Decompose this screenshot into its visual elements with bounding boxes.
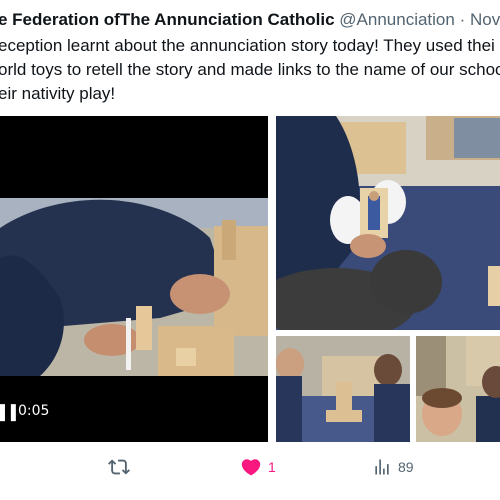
separator-dot: · <box>459 10 466 29</box>
views-count: 89 <box>398 459 414 475</box>
like-count: 1 <box>268 459 276 475</box>
media-grid: ▌▌ 0:05 <box>0 116 500 442</box>
tweet-date[interactable]: Nov <box>470 10 500 29</box>
retweet-icon <box>108 459 130 475</box>
video-player[interactable]: ▌▌ 0:05 <box>0 116 268 442</box>
views-button[interactable]: 89 <box>372 452 414 482</box>
video-frame-image <box>0 198 268 376</box>
tweet-actions: 1 89 <box>0 452 500 482</box>
video-controls: ▌▌ 0:05 <box>0 376 268 442</box>
author-handle[interactable]: @Annunciation <box>339 10 455 29</box>
photo-children-playing[interactable] <box>276 336 410 442</box>
heart-icon <box>241 459 261 476</box>
tweet-text-line: eir nativity play! <box>0 84 116 103</box>
photo-angel-toy[interactable] <box>276 116 500 330</box>
video-frame[interactable] <box>0 198 268 376</box>
tweet-header: e Federation ofThe Annunciation Catholic… <box>0 9 500 31</box>
like-button[interactable]: 1 <box>240 452 276 482</box>
tweet-text-line: eception learnt about the annunciation s… <box>0 36 495 55</box>
photo-boy-smiling-image <box>416 336 500 442</box>
photo-angel-toy-image <box>276 116 500 330</box>
tweet-text: eception learnt about the annunciation s… <box>0 34 500 106</box>
video-timestamp: 0:05 <box>18 403 50 419</box>
views-chart-icon <box>375 459 389 475</box>
photo-boy-smiling[interactable] <box>416 336 500 442</box>
author-name[interactable]: e Federation ofThe Annunciation Catholic <box>0 10 335 29</box>
photo-children-playing-image <box>276 336 410 442</box>
retweet-button[interactable] <box>108 452 130 482</box>
tweet-text-line: orld toys to retell the story and made l… <box>0 60 500 79</box>
